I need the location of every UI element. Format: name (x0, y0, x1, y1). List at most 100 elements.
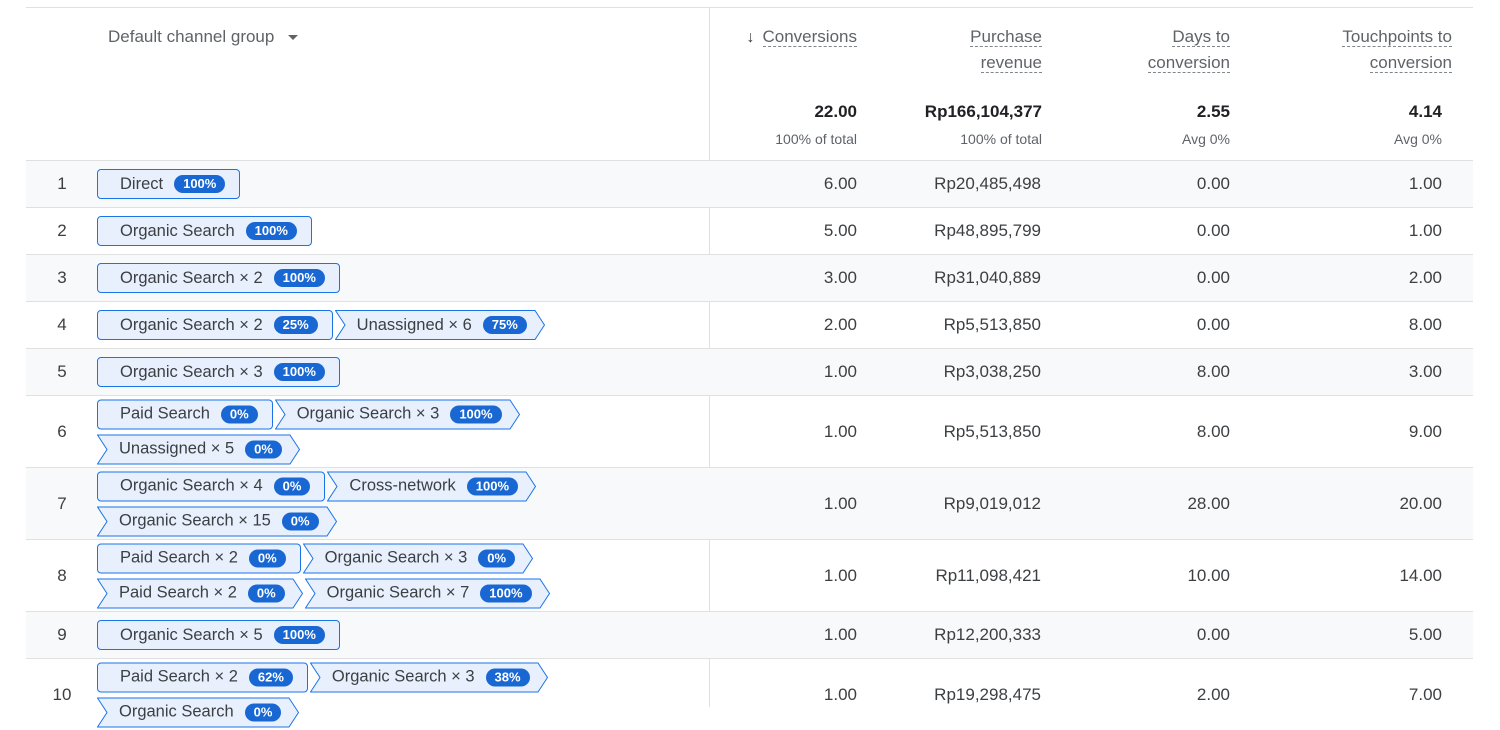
conversion-path: Organic Search × 3 100% (97, 357, 340, 387)
table-row[interactable]: 9 Organic Search × 5 100% 1.00 Rp12,200,333 0… (26, 611, 1473, 658)
cell-days-to-conversion: 8.00 (1196, 421, 1230, 441)
channel-label: Unassigned × 6 (356, 315, 472, 334)
channel-chip[interactable]: Organic Search × 2 100% (97, 263, 340, 293)
attribution-badge: 100% (466, 477, 519, 495)
attribution-badge: 62% (248, 668, 293, 686)
path-line: Organic Search 0% (97, 697, 548, 727)
table-row[interactable]: 10 Paid Search × 2 62% Organic Search × 3 38… (26, 658, 1473, 730)
table-row[interactable]: 7 Organic Search × 4 0% Cross-network 100% Or… (26, 467, 1473, 539)
cell-purchase-revenue: Rp11,098,421 (935, 565, 1041, 585)
table-row[interactable]: 3 Organic Search × 2 100% 3.00 Rp31,040,889 0… (26, 254, 1473, 301)
metric-header-conversions[interactable]: ↓ Conversions (746, 24, 857, 51)
attribution-badge: 100% (480, 584, 532, 602)
channel-label: Organic Search × 4 (120, 476, 263, 495)
channel-label: Direct (120, 174, 164, 193)
metric-header-purchase-revenue[interactable]: Purchase revenue (970, 24, 1042, 76)
path-line: Organic Search × 5 100% (97, 620, 340, 650)
path-line: Paid Search × 2 0% Organic Search × 7 100% (97, 578, 550, 608)
table-row[interactable]: 4 Organic Search × 2 25% Unassigned × 6 75% 2… (26, 301, 1473, 348)
cell-days-to-conversion: 0.00 (1196, 315, 1230, 334)
channel-chip[interactable]: Organic Search × 7 100% (304, 578, 550, 608)
channel-chip[interactable]: Organic Search × 15 0% (97, 506, 337, 536)
channel-chip[interactable]: Paid Search 0% (97, 399, 273, 429)
cell-conversions: 1.00 (823, 625, 857, 644)
cell-days-to-conversion: 0.00 (1196, 221, 1230, 240)
channel-chip[interactable]: Paid Search × 2 62% (97, 662, 308, 692)
channel-label: Paid Search (120, 404, 210, 423)
channel-chip[interactable]: Organic Search 100% (97, 216, 312, 246)
channel-chip[interactable]: Organic Search × 3 38% (309, 662, 548, 692)
cell-touchpoints: 8.00 (1408, 315, 1442, 334)
cell-touchpoints: 20.00 (1399, 493, 1442, 513)
channel-chip[interactable]: Unassigned × 5 0% (97, 434, 300, 464)
channel-chip[interactable]: Organic Search × 3 100% (274, 399, 520, 429)
path-line: Organic Search 100% (97, 216, 312, 246)
row-number: 9 (57, 625, 67, 644)
channel-label: Paid Search × 2 (120, 667, 238, 686)
channel-label: Organic Search × 2 (120, 315, 263, 334)
table-row[interactable]: 6 Paid Search 0% Organic Search × 3 100% Unas… (26, 395, 1473, 467)
path-line: Paid Search 0% Organic Search × 3 100% (97, 399, 520, 429)
channel-chip[interactable]: Paid Search × 2 0% (97, 543, 301, 573)
channel-chip[interactable]: Organic Search × 2 25% (97, 310, 333, 340)
cell-purchase-revenue: Rp9,019,012 (943, 493, 1041, 513)
channel-label: Organic Search × 7 (326, 583, 470, 602)
path-line: Organic Search × 2 25% Unassigned × 6 75% (97, 310, 545, 340)
cell-purchase-revenue: Rp31,040,889 (934, 268, 1041, 287)
attribution-badge: 100% (273, 626, 325, 644)
channel-chip[interactable]: Cross-network 100% (327, 471, 537, 501)
attribution-badge: 75% (482, 316, 527, 334)
row-number: 1 (57, 174, 67, 193)
table-row[interactable]: 2 Organic Search 100% 5.00 Rp48,895,799 0.00 1… (26, 207, 1473, 254)
channel-label: Organic Search (120, 221, 235, 240)
row-number: 5 (57, 362, 67, 381)
channel-chip[interactable]: Organic Search × 4 0% (97, 471, 326, 501)
metric-header-touchpoints[interactable]: Touchpoints to conversion (1342, 24, 1452, 76)
cell-days-to-conversion: 2.00 (1196, 684, 1230, 704)
cell-purchase-revenue: Rp3,038,250 (943, 362, 1041, 381)
sort-arrow-icon: ↓ (746, 29, 755, 46)
cell-purchase-revenue: Rp20,485,498 (934, 174, 1041, 193)
channel-label: Paid Search × 2 (120, 548, 238, 567)
dropdown-caret-icon[interactable] (288, 34, 299, 40)
channel-chip[interactable]: Organic Search × 3 100% (97, 357, 340, 387)
cell-conversions: 5.00 (823, 221, 857, 240)
table-body: 1 Direct 100% 6.00 Rp20,485,498 0.00 1.00 2 Orga… (26, 160, 1473, 730)
table-row[interactable]: 1 Direct 100% 6.00 Rp20,485,498 0.00 1.00 (26, 160, 1473, 207)
table-row[interactable]: 5 Organic Search × 3 100% 1.00 Rp3,038,250 8.… (26, 348, 1473, 395)
cell-days-to-conversion: 0.00 (1196, 625, 1230, 644)
channel-chip[interactable]: Paid Search × 2 0% (97, 578, 303, 608)
cell-days-to-conversion: 8.00 (1196, 362, 1230, 381)
conversion-path: Organic Search × 2 100% (97, 263, 340, 293)
conversion-path: Organic Search × 2 25% Unassigned × 6 75% (97, 310, 545, 340)
cell-touchpoints: 14.00 (1399, 565, 1442, 585)
channel-chip[interactable]: Organic Search 0% (97, 697, 299, 727)
channel-chip[interactable]: Direct 100% (97, 169, 241, 199)
channel-label: Organic Search × 3 (120, 362, 263, 381)
attribution-badge: 100% (450, 405, 502, 423)
dimension-selector[interactable]: Default channel group (108, 27, 299, 47)
cell-conversions: 3.00 (823, 268, 857, 287)
cell-days-to-conversion: 0.00 (1196, 174, 1230, 193)
attribution-badge: 0% (248, 549, 286, 567)
table-header: Default channel group ↓ Conversions Purch… (0, 0, 1500, 160)
total-purchase-revenue: Rp166,104,377 100% of total (924, 102, 1042, 147)
conversion-path: Paid Search 0% Organic Search × 3 100% Unass… (97, 399, 520, 464)
cell-touchpoints: 2.00 (1408, 268, 1442, 287)
row-number: 6 (57, 421, 67, 441)
channel-label: Organic Search (119, 702, 234, 721)
cell-days-to-conversion: 0.00 (1196, 268, 1230, 287)
attribution-badge: 100% (273, 269, 325, 287)
cell-touchpoints: 1.00 (1408, 174, 1442, 193)
table-row[interactable]: 8 Paid Search × 2 0% Organic Search × 3 0% Pa… (26, 539, 1473, 611)
channel-chip[interactable]: Organic Search × 3 0% (302, 543, 533, 573)
row-number: 10 (52, 684, 72, 704)
channel-chip[interactable]: Organic Search × 5 100% (97, 620, 340, 650)
path-line: Unassigned × 5 0% (97, 434, 520, 464)
cell-conversions: 6.00 (823, 174, 857, 193)
metric-header-days-to-conversion[interactable]: Days to conversion (1147, 24, 1230, 76)
cell-conversions: 1.00 (823, 493, 857, 513)
attribution-badge: 100% (174, 175, 226, 193)
attribution-badge: 0% (245, 440, 282, 458)
channel-chip[interactable]: Unassigned × 6 75% (334, 310, 545, 340)
